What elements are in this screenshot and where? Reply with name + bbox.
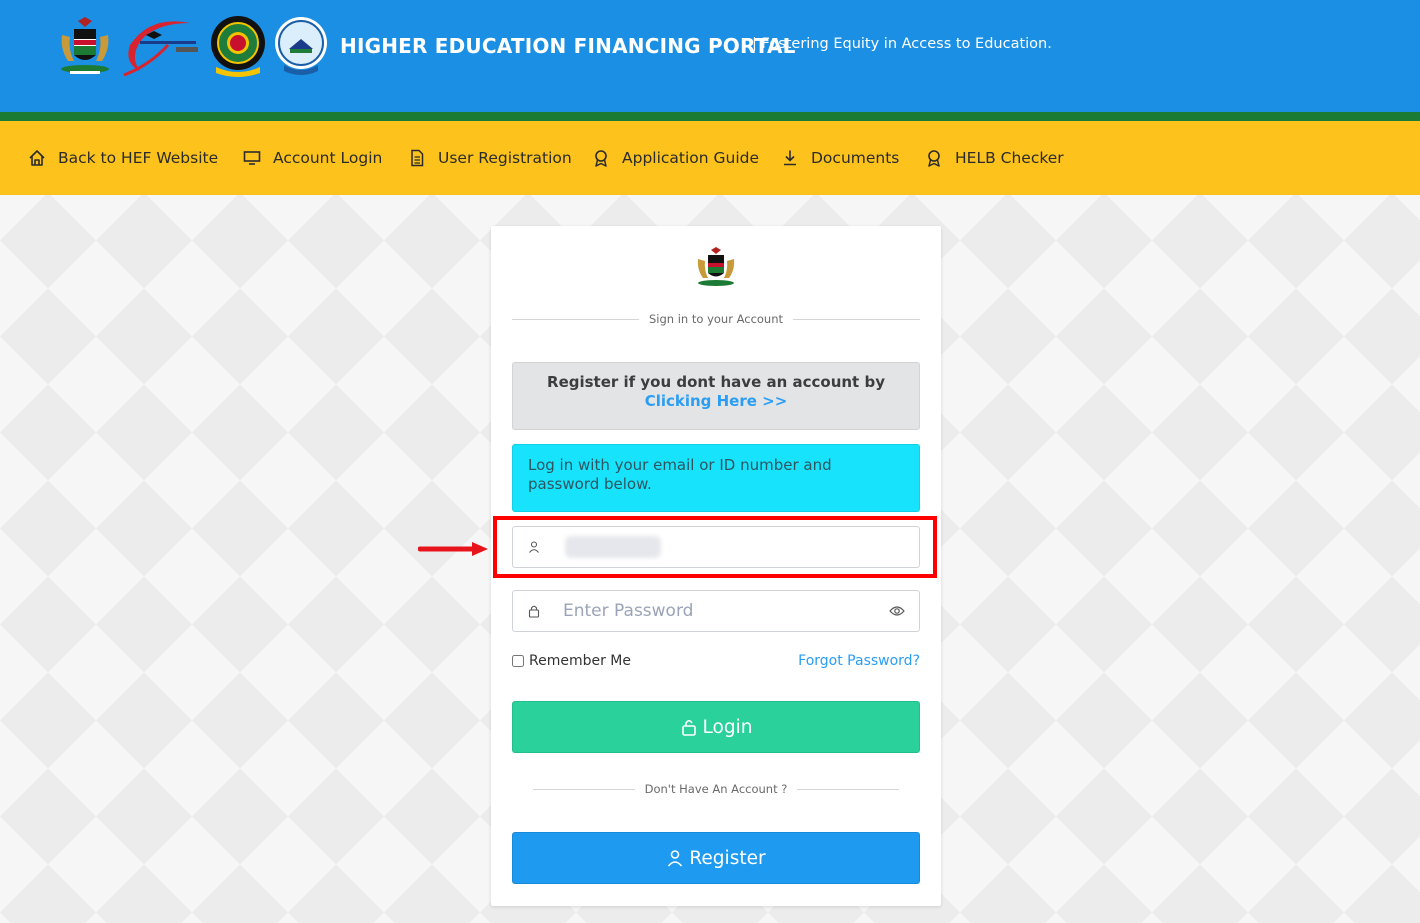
user-icon [668,850,683,867]
signin-divider: Sign in to your Account [512,312,920,326]
header-stripe [0,112,1420,121]
no-account-divider: Don't Have An Account ? [533,782,899,796]
signin-caption: Sign in to your Account [648,312,784,326]
annotation-highlight-box [493,516,937,578]
portal-title: HIGHER EDUCATION FINANCING PORTAL [340,34,796,58]
nav-helb-checker[interactable]: HELB Checker [925,121,1064,195]
nav-back-to-hef-website[interactable]: Back to HEF Website [28,121,218,195]
register-alert: Register if you dont have an account by … [512,362,920,430]
nav-label: Application Guide [622,149,760,167]
nav-account-login[interactable]: Account Login [243,121,382,195]
forgot-password-link[interactable]: Forgot Password? [798,653,920,669]
helb-logo [211,16,265,77]
lock-icon [528,605,540,618]
universities-fund-logo [275,17,327,75]
kenya-coat-of-arms-logo [697,247,735,286]
kenya-coat-of-arms-logo [61,17,109,74]
home-icon [29,150,45,166]
nav-documents[interactable]: Documents [781,121,899,195]
divider-line [512,318,639,320]
nav-label: User Registration [438,149,572,167]
password-field[interactable] [512,590,920,632]
register-button[interactable]: Register [512,832,920,884]
download-icon [784,150,796,166]
register-here-link[interactable]: Clicking Here >> [645,392,788,410]
login-button-label: Login [702,716,753,738]
hef-logo [123,21,198,77]
annotation-arrow-icon [418,542,488,556]
register-button-label: Register [689,847,766,869]
eye-icon[interactable] [889,604,905,618]
nav-label: HELB Checker [955,149,1064,167]
no-account-caption: Don't Have An Account ? [644,782,788,796]
nav-user-registration[interactable]: User Registration [408,121,572,195]
award-icon [928,150,940,167]
document-icon [411,149,424,167]
header-bar: HIGHER EDUCATION FINANCING PORTAL | Fost… [0,0,1420,112]
divider-line [533,788,635,790]
password-input[interactable] [563,591,883,631]
register-alert-text: Register if you dont have an account by [547,373,885,391]
divider-line [797,788,899,790]
login-info-alert: Log in with your email or ID number and … [512,444,920,512]
nav-label: Documents [811,149,900,167]
unlock-icon [681,719,696,736]
portal-tagline: | Fostering Equity in Access to Educatio… [752,36,1052,52]
remember-me-checkbox[interactable] [512,655,524,667]
award-icon [595,150,607,167]
nav-label: Account Login [273,149,383,167]
remember-me-label: Remember Me [529,653,631,669]
monitor-icon [243,151,261,165]
nav-application-guide[interactable]: Application Guide [592,121,759,195]
nav-label: Back to HEF Website [58,149,219,167]
login-button[interactable]: Login [512,701,920,753]
main-nav: Back to HEF Website Account Login User R… [0,121,1420,195]
logo-group [56,14,328,78]
remember-me[interactable]: Remember Me [512,653,631,669]
divider-line [793,318,920,320]
